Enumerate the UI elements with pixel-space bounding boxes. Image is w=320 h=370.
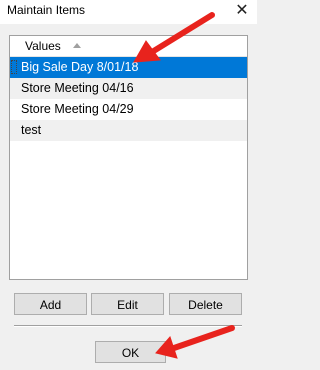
values-listbox[interactable]: Values Big Sale Day 8/01/18 Store Meetin… (9, 35, 248, 280)
add-button[interactable]: Add (14, 293, 87, 315)
separator (14, 325, 242, 327)
column-header-values[interactable]: Values (10, 36, 247, 57)
list-item-label: Store Meeting 04/29 (21, 102, 134, 116)
ok-button[interactable]: OK (95, 341, 166, 363)
focus-indicator (11, 60, 17, 74)
title-bar: Maintain Items ✕ (0, 0, 257, 24)
list-rows: Big Sale Day 8/01/18 Store Meeting 04/16… (10, 57, 247, 141)
close-icon[interactable]: ✕ (232, 1, 252, 21)
column-header-label: Values (25, 39, 61, 53)
list-item[interactable]: test (10, 120, 247, 141)
list-item-label: Store Meeting 04/16 (21, 81, 134, 95)
sort-ascending-icon (73, 43, 81, 48)
list-item-label: Big Sale Day 8/01/18 (21, 60, 139, 74)
list-item[interactable]: Big Sale Day 8/01/18 (10, 57, 247, 78)
arrow-ok-button (155, 325, 235, 359)
edit-button[interactable]: Edit (91, 293, 164, 315)
delete-button[interactable]: Delete (169, 293, 242, 315)
list-item-label: test (21, 123, 42, 137)
window-title: Maintain Items (7, 3, 86, 17)
list-item[interactable]: Store Meeting 04/29 (10, 99, 247, 120)
list-item[interactable]: Store Meeting 04/16 (10, 78, 247, 99)
